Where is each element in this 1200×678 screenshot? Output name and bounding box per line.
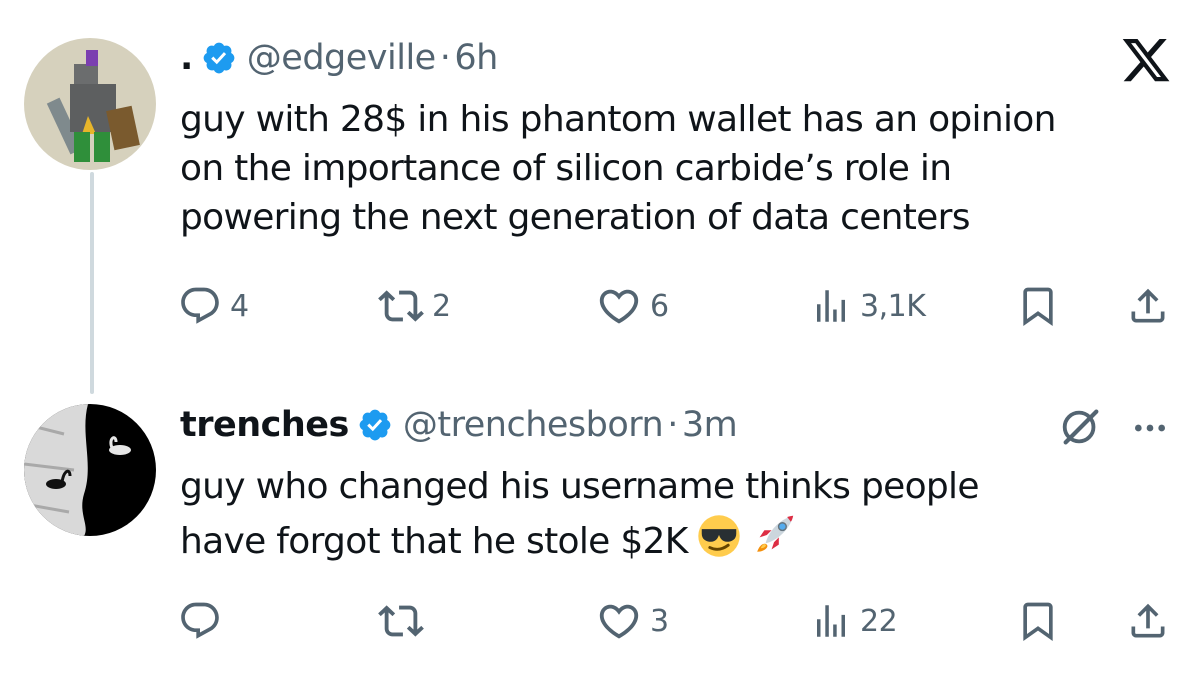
timestamp[interactable]: 6h xyxy=(454,38,498,78)
like-button[interactable]: 3 xyxy=(596,596,669,646)
heart-icon xyxy=(596,283,642,329)
rocket-emoji-icon xyxy=(750,511,798,572)
share-icon xyxy=(1126,284,1170,328)
views-icon xyxy=(810,285,852,327)
share-button[interactable] xyxy=(1126,596,1170,646)
repost-button[interactable]: 2 xyxy=(378,281,451,331)
more-icon[interactable] xyxy=(1128,408,1172,448)
separator-dot: · xyxy=(439,38,451,78)
tweet-text: guy with 28$ in his phantom wallet has a… xyxy=(180,99,1056,238)
reply-icon xyxy=(178,284,222,328)
action-bar: 4 2 6 3,1K xyxy=(178,281,1178,331)
bookmark-icon xyxy=(1016,599,1060,643)
reply-icon xyxy=(178,599,222,643)
tweet-header: . @edgeville · 6h xyxy=(180,30,498,86)
repost-count: 2 xyxy=(432,288,451,324)
views-count: 3,1K xyxy=(860,288,926,324)
repost-icon xyxy=(378,283,424,329)
verified-badge-icon xyxy=(201,40,237,76)
views-button[interactable]: 22 xyxy=(810,596,898,646)
sunglasses-emoji-icon xyxy=(696,513,742,572)
bookmark-button[interactable] xyxy=(1016,281,1060,331)
grok-icon[interactable] xyxy=(1058,404,1104,450)
tweet-text: guy who changed his username thinks peop… xyxy=(180,462,1190,572)
verified-badge-icon xyxy=(357,407,393,443)
repost-button[interactable] xyxy=(378,596,432,646)
pixel-knight-avatar-icon xyxy=(24,38,156,170)
like-count: 3 xyxy=(650,603,669,639)
bookmark-icon xyxy=(1016,284,1060,328)
share-icon xyxy=(1126,599,1170,643)
reply-button[interactable] xyxy=(178,596,230,646)
like-count: 6 xyxy=(650,288,669,324)
views-icon xyxy=(810,600,852,642)
repost-icon xyxy=(378,598,424,644)
separator-dot: · xyxy=(667,405,678,445)
reply-button[interactable]: 4 xyxy=(178,281,249,331)
avatar[interactable] xyxy=(24,404,156,536)
views-count: 22 xyxy=(860,603,898,639)
display-name[interactable]: trenches xyxy=(180,405,349,445)
action-bar: 3 22 xyxy=(178,596,1178,646)
display-name[interactable]: . xyxy=(180,38,193,78)
views-button[interactable]: 3,1K xyxy=(810,281,926,331)
avatar[interactable] xyxy=(24,38,156,170)
user-handle[interactable]: @trenchesborn xyxy=(403,405,664,445)
share-button[interactable] xyxy=(1126,281,1170,331)
bookmark-button[interactable] xyxy=(1016,596,1060,646)
thread-connector-line xyxy=(90,172,94,394)
swan-lake-avatar-icon xyxy=(24,404,156,536)
tweet-header: trenches @trenchesborn · 3m xyxy=(180,397,738,453)
timestamp[interactable]: 3m xyxy=(682,405,738,445)
x-logo-icon xyxy=(1120,34,1172,82)
tweet-text-content: guy who changed his username thinks peop… xyxy=(180,466,979,562)
like-button[interactable]: 6 xyxy=(596,281,669,331)
user-handle[interactable]: @edgeville xyxy=(247,38,436,78)
reply-count: 4 xyxy=(230,288,249,324)
heart-icon xyxy=(596,598,642,644)
